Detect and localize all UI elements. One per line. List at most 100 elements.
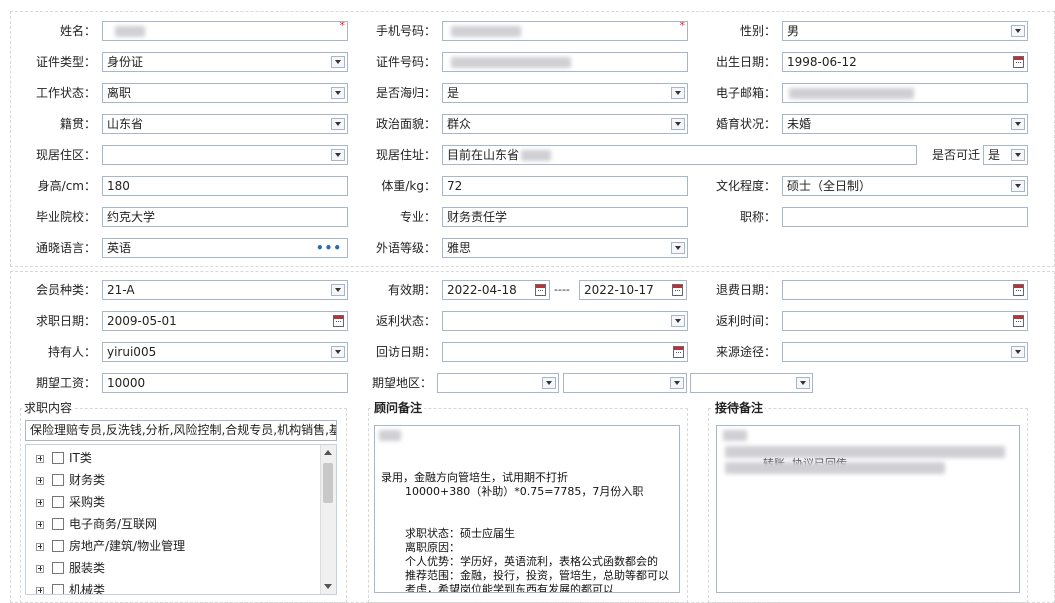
- salary-input[interactable]: 10000: [102, 373, 348, 393]
- checkbox-icon[interactable]: [52, 474, 64, 486]
- scroll-down-icon[interactable]: [324, 584, 332, 589]
- region-district-select[interactable]: [690, 373, 813, 393]
- tree-scrollbar[interactable]: [320, 445, 336, 594]
- checkbox-icon[interactable]: [52, 562, 64, 574]
- work-status-select[interactable]: 离职: [102, 83, 348, 103]
- valid-to-input[interactable]: 2022-10-17: [579, 280, 687, 300]
- visit-date-input[interactable]: [442, 342, 688, 362]
- region-province-select[interactable]: [437, 373, 559, 393]
- job-content-summary[interactable]: 保险理赔专员,反洗钱,分析,风险控制,合规专员,机构销售,基: [25, 420, 337, 441]
- member-type-select[interactable]: 21-A: [102, 280, 348, 300]
- tree-item-apparel[interactable]: 服装类: [36, 559, 105, 577]
- id-no-input[interactable]: [442, 52, 688, 72]
- weight-input[interactable]: 72: [442, 176, 688, 196]
- chevron-down-icon[interactable]: [331, 56, 345, 68]
- calendar-icon[interactable]: [1013, 315, 1024, 327]
- chevron-down-icon[interactable]: [670, 377, 684, 389]
- major-input[interactable]: 财务责任学: [442, 207, 688, 227]
- address-label: 现居住址：: [375, 148, 436, 162]
- refund-date-input[interactable]: [782, 280, 1028, 300]
- plus-icon[interactable]: [36, 543, 44, 551]
- chevron-down-icon[interactable]: [1011, 149, 1025, 161]
- apply-date-input[interactable]: 2009-05-01: [102, 311, 348, 331]
- tree-item-it[interactable]: IT类: [36, 449, 92, 467]
- relocate-select[interactable]: 是: [983, 145, 1028, 165]
- checkbox-icon[interactable]: [52, 540, 64, 552]
- chevron-down-icon[interactable]: [796, 377, 810, 389]
- political-select[interactable]: 群众: [442, 114, 688, 134]
- chevron-down-icon[interactable]: [1011, 25, 1025, 37]
- more-icon[interactable]: •••: [316, 242, 342, 254]
- height-input[interactable]: 180: [102, 176, 348, 196]
- chevron-down-icon[interactable]: [671, 87, 685, 99]
- holder-select[interactable]: yirui005: [102, 342, 348, 362]
- plus-icon[interactable]: [36, 521, 44, 529]
- native-select[interactable]: 山东省: [102, 114, 348, 134]
- scroll-up-icon[interactable]: [324, 450, 332, 455]
- education-select[interactable]: 硕士（全日制）: [782, 176, 1028, 196]
- plus-icon[interactable]: [36, 455, 44, 463]
- tree-item-label: 机械类: [69, 583, 106, 595]
- checkbox-icon[interactable]: [52, 496, 64, 508]
- refund-date-label: 退费日期：: [715, 283, 776, 297]
- school-value: 约克大学: [107, 210, 156, 224]
- chevron-down-icon[interactable]: [331, 284, 345, 296]
- rebate-time-input[interactable]: [782, 311, 1028, 331]
- language-input[interactable]: 英语 •••: [102, 238, 348, 258]
- calendar-icon[interactable]: [333, 315, 344, 327]
- job-category-tree[interactable]: IT类 财务类 采购类 电子商务/互联网 房地产/建筑/物业管理 服装类 机械类: [25, 444, 337, 595]
- education-label: 文化程度：: [715, 179, 776, 193]
- calendar-icon[interactable]: [1013, 284, 1024, 296]
- plus-icon[interactable]: [36, 499, 44, 507]
- plus-icon[interactable]: [36, 565, 44, 573]
- checkbox-icon[interactable]: [52, 518, 64, 530]
- tree-item-machinery[interactable]: 机械类: [36, 581, 106, 595]
- advisor-notes-textarea[interactable]: 录用，金融方向管培生，试用期不打折 10000+380（补助）*0.75=778…: [374, 425, 680, 593]
- reception-notes-textarea[interactable]: 转账 协议已回传: [716, 425, 1020, 593]
- chevron-down-icon[interactable]: [331, 87, 345, 99]
- source-select[interactable]: [782, 342, 1028, 362]
- chevron-down-icon[interactable]: [542, 377, 556, 389]
- calendar-icon[interactable]: [672, 284, 683, 296]
- residence-area-select[interactable]: [102, 145, 348, 165]
- calendar-icon[interactable]: [673, 346, 684, 358]
- scrollbar-thumb[interactable]: [323, 463, 333, 503]
- tree-item-ecommerce[interactable]: 电子商务/互联网: [36, 515, 157, 533]
- email-input[interactable]: [782, 83, 1028, 103]
- lang-level-select[interactable]: 雅思: [442, 238, 688, 258]
- marital-select[interactable]: 未婚: [782, 114, 1028, 134]
- chevron-down-icon[interactable]: [331, 118, 345, 130]
- name-input[interactable]: *: [102, 21, 348, 41]
- education-value: 硕士（全日制）: [787, 179, 872, 193]
- chevron-down-icon[interactable]: [671, 315, 685, 327]
- id-type-select[interactable]: 身份证: [102, 52, 348, 72]
- checkbox-icon[interactable]: [52, 584, 64, 594]
- address-input[interactable]: 目前在山东省: [442, 145, 917, 165]
- valid-from-input[interactable]: 2022-04-18: [442, 280, 550, 300]
- chevron-down-icon[interactable]: [671, 118, 685, 130]
- calendar-icon[interactable]: [535, 284, 546, 296]
- region-city-select[interactable]: [563, 373, 687, 393]
- phone-input[interactable]: *: [442, 21, 688, 41]
- tree-item-realestate[interactable]: 房地产/建筑/物业管理: [36, 537, 185, 555]
- gender-select[interactable]: 男: [782, 21, 1028, 41]
- school-input[interactable]: 约克大学: [102, 207, 348, 227]
- tree-item-procurement[interactable]: 采购类: [36, 493, 105, 511]
- rebate-status-select[interactable]: [442, 311, 688, 331]
- chevron-down-icon[interactable]: [1011, 346, 1025, 358]
- checkbox-icon[interactable]: [52, 452, 64, 464]
- chevron-down-icon[interactable]: [1011, 118, 1025, 130]
- tree-item-finance[interactable]: 财务类: [36, 471, 105, 489]
- chevron-down-icon[interactable]: [331, 149, 345, 161]
- calendar-icon[interactable]: [1013, 56, 1024, 68]
- chevron-down-icon[interactable]: [671, 242, 685, 254]
- source-label: 来源途径：: [715, 345, 776, 359]
- title-input[interactable]: [782, 207, 1028, 227]
- plus-icon[interactable]: [36, 587, 44, 594]
- overseas-select[interactable]: 是: [442, 83, 688, 103]
- gender-label: 性别：: [739, 24, 776, 38]
- plus-icon[interactable]: [36, 477, 44, 485]
- chevron-down-icon[interactable]: [331, 346, 345, 358]
- chevron-down-icon[interactable]: [1011, 180, 1025, 192]
- birth-date-input[interactable]: 1998-06-12: [782, 52, 1028, 72]
